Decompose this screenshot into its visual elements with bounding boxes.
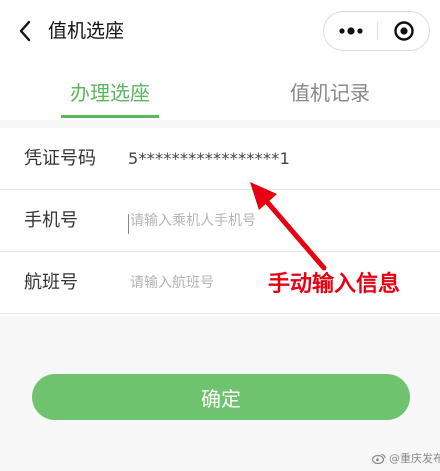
watermark-text: @重庆发布 (389, 452, 440, 465)
close-button[interactable] (378, 12, 430, 50)
phone-input[interactable] (128, 206, 358, 236)
text-caret (128, 214, 129, 234)
confirm-button[interactable]: 确定 (32, 374, 410, 420)
tab-bar: 办理选座 值机记录 (0, 62, 440, 120)
page: 值机选座 办理选座 值机记录 凭证号码 5*****************1 … (0, 0, 440, 471)
more-button[interactable] (324, 12, 377, 50)
target-close-icon (394, 21, 414, 41)
flight-label: 航班号 (24, 272, 78, 293)
mini-program-capsule (323, 11, 430, 51)
more-dots-icon (338, 27, 363, 35)
tab-checkin-records[interactable]: 值机记录 (220, 62, 440, 120)
voucher-row: 凭证号码 5*****************1 (0, 128, 440, 190)
chevron-left-icon (19, 20, 31, 42)
watermark: @重庆发布 (372, 450, 440, 466)
voucher-label: 凭证号码 (24, 148, 96, 169)
annotation-text: 手动输入信息 (268, 272, 401, 297)
active-tab-indicator (61, 115, 159, 118)
phone-label: 手机号 (24, 210, 78, 231)
voucher-value: 5*****************1 (128, 149, 291, 168)
back-button[interactable] (10, 14, 40, 48)
navbar: 值机选座 (0, 0, 440, 62)
phone-row: 手机号 (0, 190, 440, 252)
weibo-logo-icon (372, 453, 386, 464)
tab-seat-selection[interactable]: 办理选座 (0, 62, 220, 120)
page-title: 值机选座 (48, 20, 125, 42)
